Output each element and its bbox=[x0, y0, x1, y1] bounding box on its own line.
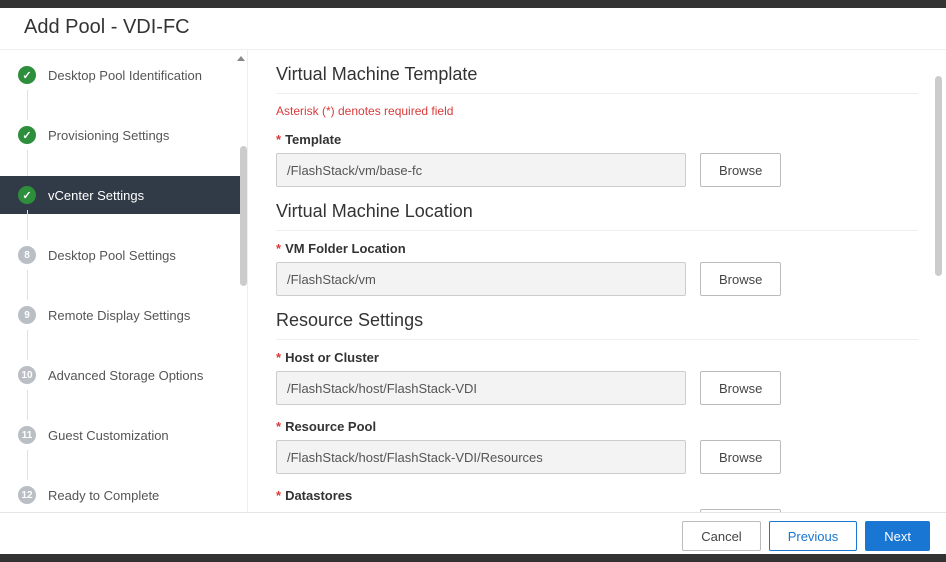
host-cluster-label: *Host or Cluster bbox=[276, 350, 918, 365]
step-desktop-pool-identification[interactable]: Desktop Pool Identification bbox=[0, 56, 247, 94]
step-label: Desktop Pool Settings bbox=[48, 248, 176, 263]
step-number-icon: 10 bbox=[18, 366, 36, 384]
section-heading: Resource Settings bbox=[276, 310, 918, 331]
browse-datastores-button[interactable]: Browse bbox=[700, 509, 781, 512]
section-resource-settings: Resource Settings *Host or Cluster Brows… bbox=[276, 310, 918, 512]
browse-folder-button[interactable]: Browse bbox=[700, 262, 781, 296]
step-label: Guest Customization bbox=[48, 428, 169, 443]
step-number-icon: 8 bbox=[18, 246, 36, 264]
template-input[interactable] bbox=[276, 153, 686, 187]
section-vm-template: Virtual Machine Template Asterisk (*) de… bbox=[276, 64, 918, 187]
step-number-icon: 9 bbox=[18, 306, 36, 324]
check-icon bbox=[18, 186, 36, 204]
browse-pool-button[interactable]: Browse bbox=[700, 440, 781, 474]
vm-folder-input[interactable] bbox=[276, 262, 686, 296]
step-connector bbox=[0, 454, 247, 476]
step-connector bbox=[0, 154, 247, 176]
step-number-icon: 11 bbox=[18, 426, 36, 444]
step-connector bbox=[0, 394, 247, 416]
add-pool-dialog: Add Pool - VDI-FC Desktop Pool Identific… bbox=[0, 8, 946, 554]
sidebar-scrollbar-thumb[interactable] bbox=[240, 146, 247, 286]
template-label: *Template bbox=[276, 132, 918, 147]
step-vcenter-settings[interactable]: vCenter Settings bbox=[0, 176, 247, 214]
step-connector bbox=[0, 94, 247, 116]
host-cluster-input[interactable] bbox=[276, 371, 686, 405]
section-heading: Virtual Machine Location bbox=[276, 201, 918, 222]
resource-pool-input[interactable] bbox=[276, 440, 686, 474]
step-label: vCenter Settings bbox=[48, 188, 144, 203]
vm-folder-label: *VM Folder Location bbox=[276, 241, 918, 256]
next-button[interactable]: Next bbox=[865, 521, 930, 551]
step-connector bbox=[0, 274, 247, 296]
step-provisioning-settings[interactable]: Provisioning Settings bbox=[0, 116, 247, 154]
check-icon bbox=[18, 66, 36, 84]
browse-host-button[interactable]: Browse bbox=[700, 371, 781, 405]
wizard-content: Virtual Machine Template Asterisk (*) de… bbox=[248, 50, 946, 512]
content-scrollbar-thumb[interactable] bbox=[935, 76, 942, 276]
check-icon bbox=[18, 126, 36, 144]
browse-template-button[interactable]: Browse bbox=[700, 153, 781, 187]
dialog-title: Add Pool - VDI-FC bbox=[0, 8, 946, 49]
wizard-sidebar: Desktop Pool Identification Provisioning… bbox=[0, 50, 248, 512]
section-heading: Virtual Machine Template bbox=[276, 64, 918, 85]
cancel-button[interactable]: Cancel bbox=[682, 521, 760, 551]
step-number-icon: 12 bbox=[18, 486, 36, 504]
divider bbox=[276, 93, 918, 94]
content-scrollbar[interactable] bbox=[935, 58, 942, 504]
step-guest-customization[interactable]: 11 Guest Customization bbox=[0, 416, 247, 454]
dialog-footer: Cancel Previous Next bbox=[0, 512, 946, 554]
divider bbox=[276, 339, 918, 340]
step-label: Ready to Complete bbox=[48, 488, 159, 503]
required-hint: Asterisk (*) denotes required field bbox=[276, 104, 918, 118]
step-label: Advanced Storage Options bbox=[48, 368, 203, 383]
step-ready-to-complete[interactable]: 12 Ready to Complete bbox=[0, 476, 247, 512]
step-label: Remote Display Settings bbox=[48, 308, 190, 323]
step-advanced-storage-options[interactable]: 10 Advanced Storage Options bbox=[0, 356, 247, 394]
step-label: Provisioning Settings bbox=[48, 128, 169, 143]
step-label: Desktop Pool Identification bbox=[48, 68, 202, 83]
sidebar-scrollbar[interactable] bbox=[240, 56, 247, 506]
step-remote-display-settings[interactable]: 9 Remote Display Settings bbox=[0, 296, 247, 334]
section-vm-location: Virtual Machine Location *VM Folder Loca… bbox=[276, 201, 918, 296]
datastores-label: *Datastores bbox=[276, 488, 918, 503]
divider bbox=[276, 230, 918, 231]
resource-pool-label: *Resource Pool bbox=[276, 419, 918, 434]
previous-button[interactable]: Previous bbox=[769, 521, 858, 551]
step-connector bbox=[0, 214, 247, 236]
step-connector bbox=[0, 334, 247, 356]
step-desktop-pool-settings[interactable]: 8 Desktop Pool Settings bbox=[0, 236, 247, 274]
dialog-body: Desktop Pool Identification Provisioning… bbox=[0, 49, 946, 512]
